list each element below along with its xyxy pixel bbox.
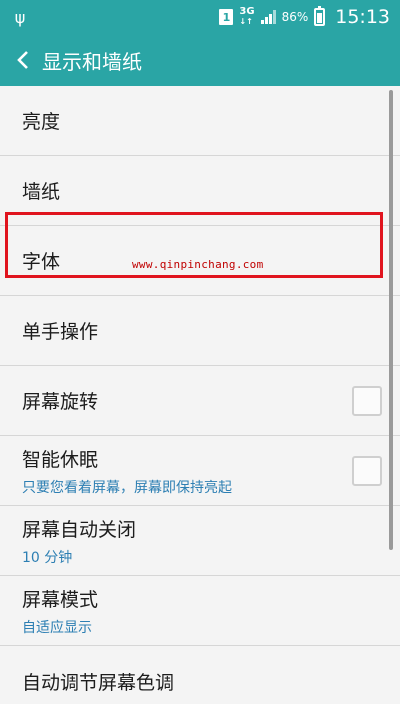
setting-label: 自动调节屏幕色调 <box>22 671 175 694</box>
usb-icon: ψ <box>14 7 26 27</box>
setting-label: 屏幕旋转 <box>22 391 99 413</box>
watermark: www.qinpinchang.com <box>132 258 264 271</box>
setting-auto-adjust-tone[interactable]: 自动调节屏幕色调 <box>0 646 400 704</box>
network-type: 3G ↓↑ <box>239 7 254 27</box>
setting-screen-timeout[interactable]: 屏幕自动关闭 10 分钟 <box>0 506 400 576</box>
setting-screen-mode[interactable]: 屏幕模式 自适应显示 <box>0 576 400 646</box>
setting-label: 智能休眠 <box>22 448 99 471</box>
setting-description: 只要您看着屏幕，屏幕即保持亮起 <box>22 479 232 496</box>
setting-one-hand-operation[interactable]: 单手操作 <box>0 296 400 366</box>
setting-label: 墙纸 <box>22 181 61 203</box>
sim-badge: 1 <box>219 9 234 25</box>
setting-value: 10 分钟 <box>22 549 73 566</box>
clock: 15:13 <box>335 6 390 28</box>
network-activity: ↓↑ <box>239 17 253 26</box>
status-bar: ψ 1 3G ↓↑ 86% 15:13 <box>0 0 400 34</box>
setting-label: 亮度 <box>22 111 61 133</box>
smart-stay-checkbox[interactable] <box>352 455 382 486</box>
settings-list: 亮度 墙纸 字体 单手操作 屏幕旋转 智能休眠 只要您看着屏幕，屏幕即保持亮起 … <box>0 86 400 704</box>
chevron-left-icon[interactable] <box>12 49 34 71</box>
screen-rotation-checkbox[interactable] <box>352 385 382 416</box>
scrollbar[interactable] <box>389 90 393 550</box>
setting-wallpaper[interactable]: 墙纸 <box>0 156 400 226</box>
setting-label: 单手操作 <box>22 321 99 343</box>
battery-icon <box>314 6 326 26</box>
setting-screen-rotation[interactable]: 屏幕旋转 <box>0 366 400 436</box>
page-title: 显示和墙纸 <box>42 49 142 74</box>
setting-smart-stay[interactable]: 智能休眠 只要您看着屏幕，屏幕即保持亮起 <box>0 436 400 506</box>
app-bar: 显示和墙纸 <box>0 34 400 86</box>
setting-brightness[interactable]: 亮度 <box>0 86 400 156</box>
setting-label: 屏幕模式 <box>22 588 99 611</box>
setting-label: 屏幕自动关闭 <box>22 518 137 541</box>
network-type-label: 3G <box>239 6 255 17</box>
setting-value: 自适应显示 <box>22 619 92 636</box>
battery-percent: 86% <box>281 10 309 24</box>
status-indicators: 1 3G ↓↑ 86% 15:13 <box>219 6 390 28</box>
signal-strength-icon <box>260 10 276 24</box>
